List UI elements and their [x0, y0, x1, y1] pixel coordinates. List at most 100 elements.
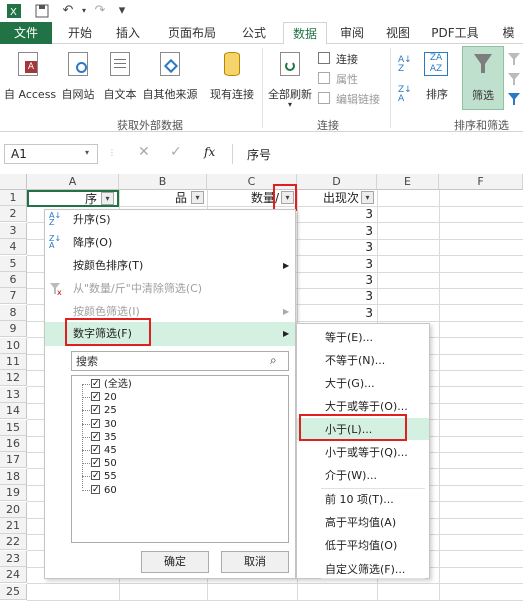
- checkbox-checked[interactable]: ✓: [91, 458, 100, 468]
- filter-value-item[interactable]: ✓ 55: [78, 470, 278, 483]
- row-header[interactable]: 3: [0, 222, 27, 239]
- cell-a1[interactable]: 序 ▾: [27, 190, 119, 207]
- cell-d-value[interactable]: 3: [297, 272, 373, 288]
- tab-page-layout[interactable]: 页面布局: [160, 22, 224, 44]
- tab-file[interactable]: 文件: [0, 22, 52, 44]
- row-header[interactable]: 4: [0, 239, 27, 256]
- cell-d-value[interactable]: 3: [297, 206, 373, 222]
- save-icon[interactable]: [34, 3, 50, 19]
- row-header[interactable]: 5: [0, 255, 27, 272]
- cell-d-value[interactable]: 3: [297, 223, 373, 239]
- insert-function-icon[interactable]: fx: [204, 145, 215, 159]
- filter-search-input[interactable]: 搜索 ⌕: [71, 351, 289, 371]
- menu-sort-ascending[interactable]: 升序(S): [45, 210, 295, 230]
- submenu-item[interactable]: 小于或等于(Q)...: [297, 443, 429, 463]
- connections-button[interactable]: 连接: [318, 50, 384, 66]
- checkbox-checked[interactable]: ✓: [91, 379, 100, 389]
- submenu-item[interactable]: 前 10 项(T)...: [297, 490, 429, 510]
- sort-az-icon[interactable]: A↓ Z: [398, 56, 416, 74]
- tab-pdf-tools[interactable]: PDF工具: [426, 22, 484, 44]
- menu-clear-filter[interactable]: 从"数量/斤"中清除筛选(C): [45, 279, 295, 299]
- checkbox-checked[interactable]: ✓: [91, 405, 100, 415]
- cell-d1[interactable]: 出现次 ▾: [297, 190, 377, 207]
- row-header[interactable]: 21: [0, 518, 27, 534]
- submenu-item[interactable]: 高于平均值(A): [297, 513, 429, 533]
- edit-links-button[interactable]: 编辑链接: [318, 90, 384, 106]
- column-header-d[interactable]: D: [297, 174, 377, 190]
- reapply-filter-icon[interactable]: [507, 72, 521, 86]
- from-other-sources-button[interactable]: 自其他来源: [142, 50, 198, 106]
- row-header[interactable]: 9: [0, 321, 27, 338]
- cancel-entry-icon[interactable]: ✕: [138, 144, 150, 160]
- from-access-button[interactable]: A 自 Access: [4, 50, 56, 106]
- checkbox-checked[interactable]: ✓: [91, 418, 100, 428]
- row-header[interactable]: 10: [0, 337, 27, 354]
- row-header[interactable]: 22: [0, 534, 27, 551]
- sort-za-icon[interactable]: Z↓ A: [398, 86, 416, 104]
- cell-d-value[interactable]: 3: [297, 305, 373, 321]
- filter-value-item[interactable]: ✓ (全选): [78, 378, 278, 391]
- checkbox-checked[interactable]: ✓: [91, 471, 100, 481]
- cancel-button[interactable]: 取消: [221, 551, 289, 573]
- row-header[interactable]: 17: [0, 452, 27, 469]
- filter-button[interactable]: 筛选: [462, 46, 504, 110]
- row-header[interactable]: 16: [0, 436, 27, 452]
- filter-dropdown-d[interactable]: ▾: [361, 191, 374, 204]
- row-header[interactable]: 19: [0, 485, 27, 502]
- column-header-b[interactable]: B: [119, 174, 207, 190]
- row-header[interactable]: 8: [0, 304, 27, 321]
- submenu-item[interactable]: 大于(G)...: [297, 374, 429, 394]
- cell-d-value[interactable]: 3: [297, 288, 373, 304]
- tab-home[interactable]: 开始: [60, 22, 100, 44]
- row-header[interactable]: 24: [0, 567, 27, 584]
- cell-d-value[interactable]: 3: [297, 256, 373, 272]
- column-header-a[interactable]: A: [27, 174, 119, 190]
- row-header[interactable]: 25: [0, 583, 27, 600]
- row-header[interactable]: 13: [0, 386, 27, 403]
- undo-dropdown-icon[interactable]: ▾: [76, 3, 92, 19]
- filter-value-item[interactable]: ✓ 50: [78, 457, 278, 470]
- select-all-corner[interactable]: [0, 174, 27, 190]
- filter-value-item[interactable]: ✓ 25: [78, 404, 278, 417]
- row-header[interactable]: 14: [0, 403, 27, 420]
- tab-more[interactable]: 模: [494, 22, 523, 44]
- row-header[interactable]: 23: [0, 550, 27, 567]
- row-header[interactable]: 18: [0, 468, 27, 485]
- advanced-filter-icon[interactable]: [507, 92, 521, 106]
- refresh-all-button[interactable]: 全部刷新 ▾: [266, 50, 314, 110]
- row-header[interactable]: 11: [0, 354, 27, 370]
- tab-formulas[interactable]: 公式: [234, 22, 274, 44]
- name-box[interactable]: A1 ▾: [4, 144, 98, 164]
- submenu-item[interactable]: 不等于(N)...: [297, 351, 429, 371]
- ok-button[interactable]: 确定: [141, 551, 209, 573]
- menu-sort-descending[interactable]: 降序(O): [45, 233, 295, 253]
- column-header-f[interactable]: F: [439, 174, 523, 190]
- confirm-entry-icon[interactable]: ✓: [170, 144, 182, 160]
- filter-value-item[interactable]: ✓ 35: [78, 431, 278, 444]
- tab-view[interactable]: 视图: [380, 22, 416, 44]
- properties-button[interactable]: 属性: [318, 70, 384, 86]
- row-header[interactable]: 2: [0, 206, 27, 223]
- filter-dropdown-b[interactable]: ▾: [191, 191, 204, 204]
- refresh-dropdown-icon[interactable]: ▾: [266, 100, 314, 109]
- row-header[interactable]: 15: [0, 419, 27, 436]
- checkbox-checked[interactable]: ✓: [91, 431, 100, 441]
- filter-value-item[interactable]: ✓ 45: [78, 444, 278, 457]
- from-text-button[interactable]: 自文本: [100, 50, 140, 106]
- checkbox-checked[interactable]: ✓: [91, 392, 100, 402]
- column-header-e[interactable]: E: [377, 174, 439, 190]
- submenu-item[interactable]: 介于(W)...: [297, 466, 429, 486]
- tab-review[interactable]: 审阅: [334, 22, 370, 44]
- cell-d-value[interactable]: 3: [297, 239, 373, 255]
- submenu-item[interactable]: 自定义筛选(F)...: [297, 560, 429, 580]
- filter-value-item[interactable]: ✓ 20: [78, 391, 278, 404]
- row-header[interactable]: 1: [0, 190, 27, 206]
- customize-quick-access-icon[interactable]: ▾: [114, 3, 130, 19]
- filter-value-item[interactable]: ✓ 30: [78, 418, 278, 431]
- checkbox-checked[interactable]: ✓: [91, 484, 100, 494]
- filter-value-item[interactable]: ✓ 60: [78, 484, 278, 497]
- row-header[interactable]: 12: [0, 370, 27, 387]
- undo-icon[interactable]: ↶: [60, 3, 76, 19]
- checkbox-checked[interactable]: ✓: [91, 445, 100, 455]
- sort-button[interactable]: ZA AZ 排序: [420, 50, 454, 106]
